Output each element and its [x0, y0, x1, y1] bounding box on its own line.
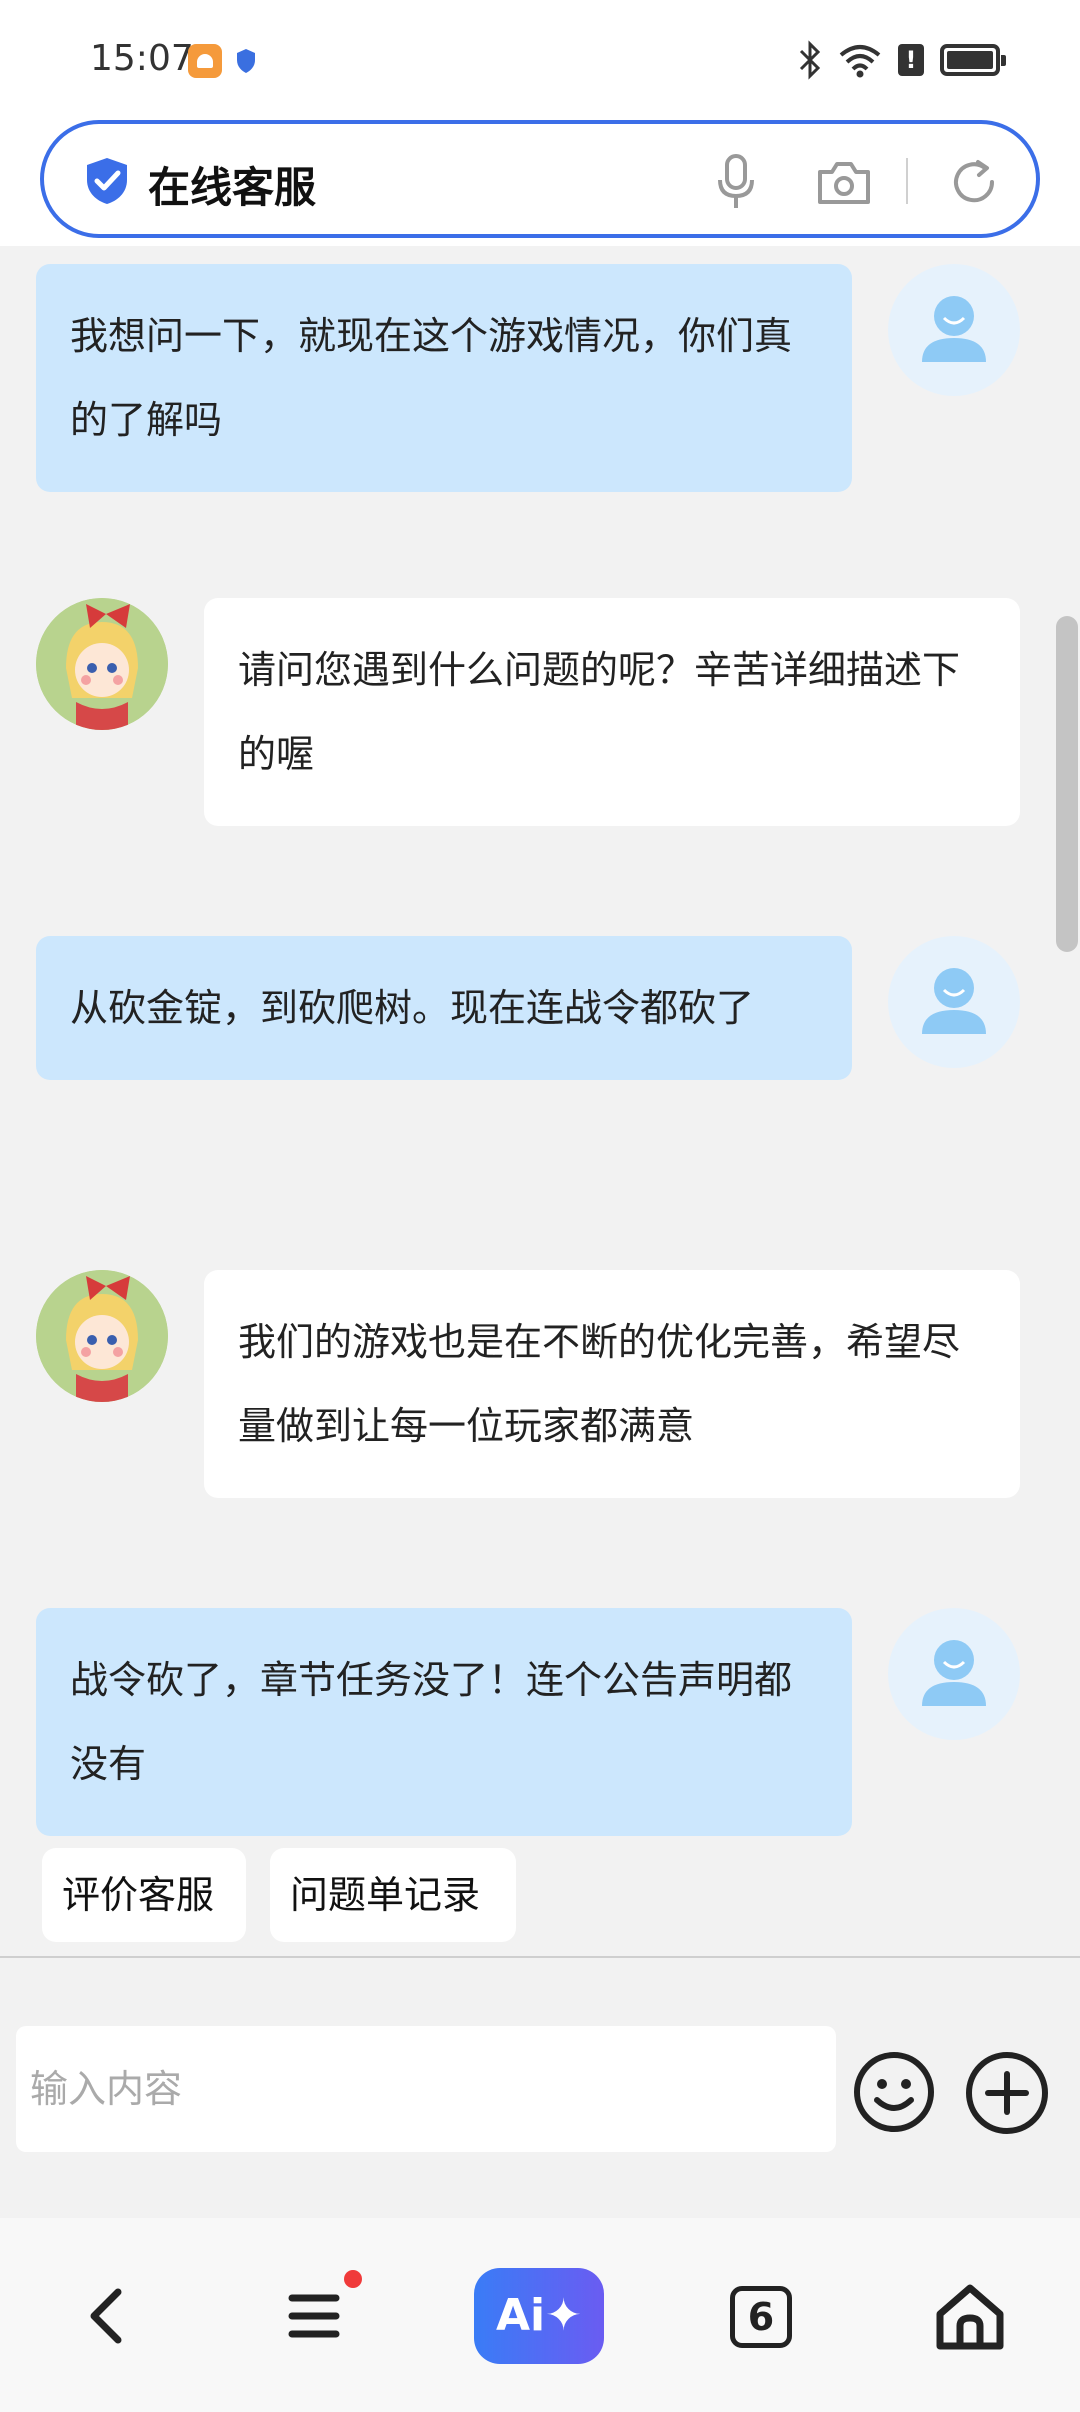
- camera-icon[interactable]: [816, 158, 872, 206]
- home-icon[interactable]: [920, 2266, 1020, 2366]
- user-avatar: [888, 264, 1020, 396]
- user-message: 从砍金锭，到砍爬树。现在连战令都砍了: [36, 936, 852, 1080]
- ai-assistant-button[interactable]: Ai✦: [474, 2268, 604, 2364]
- status-icons: !: [798, 40, 1006, 80]
- refresh-icon[interactable]: [948, 156, 1000, 208]
- bluetooth-icon: [799, 40, 821, 80]
- divider: [906, 158, 908, 204]
- user-avatar: [888, 1608, 1020, 1740]
- agent-avatar: [36, 598, 168, 730]
- ticket-records-button[interactable]: 问题单记录: [270, 1848, 516, 1942]
- scrollbar[interactable]: [1056, 616, 1078, 952]
- agent-message: 请问您遇到什么问题的呢？辛苦详细描述下的喔: [204, 598, 1020, 826]
- message-input[interactable]: [16, 2026, 836, 2152]
- back-icon[interactable]: [58, 2266, 158, 2366]
- status-bar: 15:07 !: [0, 0, 1080, 120]
- notification-dot: [344, 2270, 362, 2288]
- battery-icon: [940, 44, 1006, 76]
- address-bar[interactable]: 在线客服: [40, 120, 1040, 238]
- status-time: 15:07: [90, 38, 194, 79]
- agent-message: 我们的游戏也是在不断的优化完善，希望尽量做到让每一位玩家都满意: [204, 1270, 1020, 1498]
- microphone-icon[interactable]: [716, 154, 756, 210]
- app-notification-icon: [188, 44, 222, 78]
- header: 在线客服: [0, 120, 1080, 246]
- user-avatar: [888, 936, 1020, 1068]
- bottom-nav: Ai✦ 6: [0, 2218, 1080, 2412]
- add-icon[interactable]: [964, 2050, 1050, 2136]
- alert-icon: !: [898, 44, 924, 76]
- wifi-icon: [839, 45, 881, 78]
- tabs-button[interactable]: 6: [730, 2286, 792, 2348]
- emoji-icon[interactable]: [852, 2050, 936, 2134]
- page-title: 在线客服: [148, 163, 317, 212]
- user-message: 我想问一下，就现在这个游戏情况，你们真的了解吗: [36, 264, 852, 492]
- shield-icon: [237, 49, 255, 73]
- rate-agent-button[interactable]: 评价客服: [42, 1848, 246, 1942]
- agent-avatar: [36, 1270, 168, 1402]
- verified-shield-icon: [87, 158, 127, 204]
- user-message: 战令砍了，章节任务没了！连个公告声明都没有: [36, 1608, 852, 1836]
